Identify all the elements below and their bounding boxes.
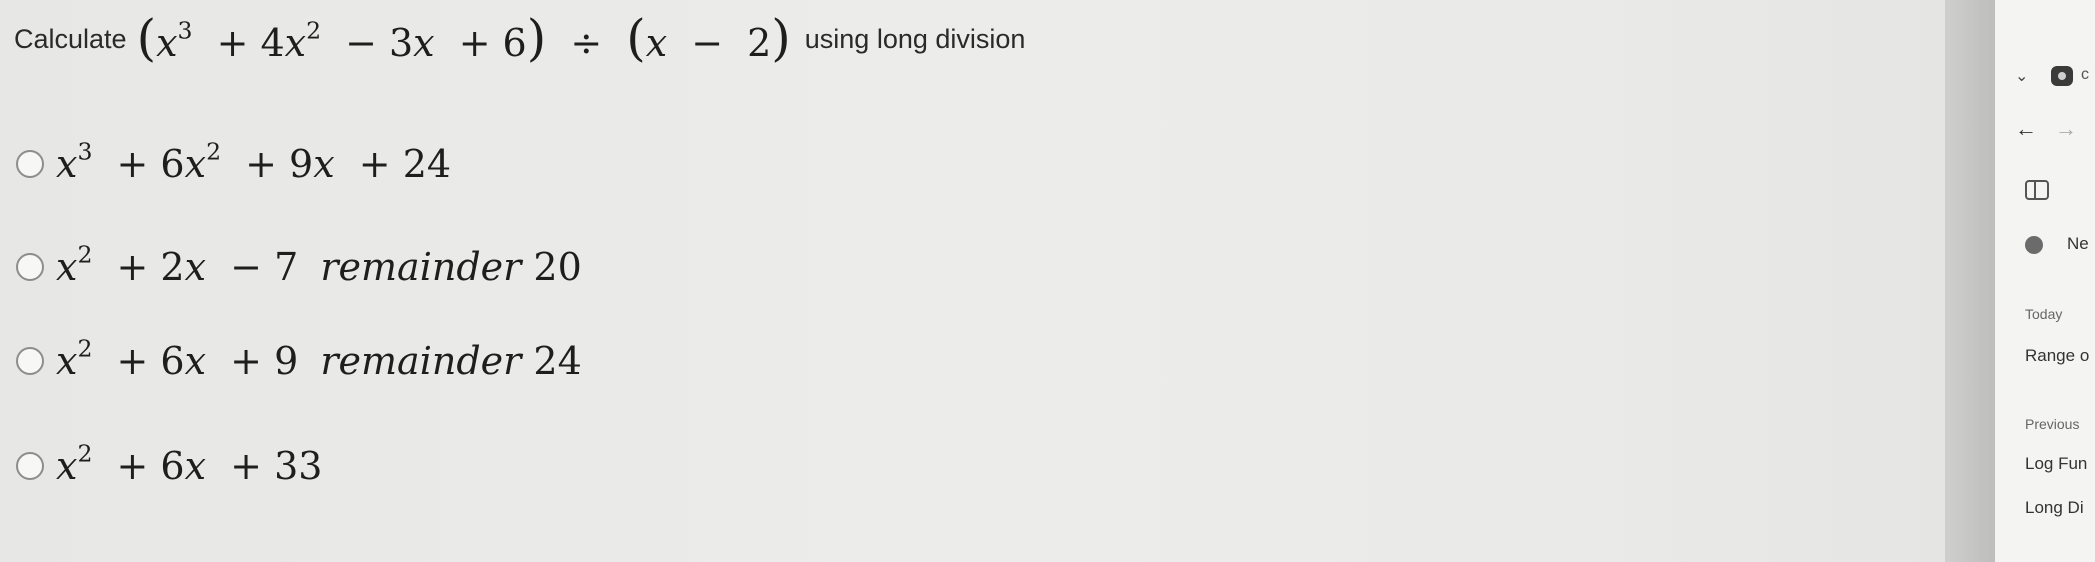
- side-panel: ⌄ c ← → Ne Today Range o Previous Log Fu…: [1995, 0, 2095, 562]
- sidebar-toggle-icon[interactable]: [2025, 180, 2049, 200]
- model-icon[interactable]: [2051, 66, 2073, 86]
- new-chat-icon[interactable]: [2025, 236, 2043, 254]
- chevron-down-icon[interactable]: ⌄: [2015, 66, 2028, 86]
- answer-option-text: x2 + 2x − 7 remainder 20: [56, 240, 582, 289]
- question-line: Calculate (x3 +4x2 −3x +6) ÷ (x −2) using…: [14, 9, 1026, 68]
- question-expression: (x3 +4x2 −3x +6) ÷ (x −2): [136, 9, 791, 67]
- new-chat-label[interactable]: Ne: [2067, 234, 2089, 254]
- answer-option-1[interactable]: x3 + 6x2 + 9x + 24: [16, 137, 452, 186]
- cut-off-label: c: [2081, 66, 2089, 83]
- radio-button[interactable]: [16, 150, 44, 178]
- question-prefix: Calculate: [14, 23, 127, 54]
- history-item[interactable]: Long Di: [2025, 498, 2084, 518]
- history-item[interactable]: Log Fun: [2025, 454, 2087, 474]
- question-suffix: using long division: [804, 23, 1026, 54]
- answer-option-text: x2 + 6x + 9 remainder 24: [56, 334, 582, 383]
- forward-arrow-icon[interactable]: →: [2055, 116, 2077, 142]
- answer-option-text: x2 + 6x + 33: [56, 439, 323, 488]
- answer-option-text: x3 + 6x2 + 9x + 24: [56, 137, 452, 186]
- section-today: Today: [2025, 306, 2063, 322]
- answer-option-4[interactable]: x2 + 6x + 33: [16, 439, 323, 488]
- radio-button[interactable]: [16, 347, 44, 375]
- answer-option-2[interactable]: x2 + 2x − 7 remainder 20: [16, 240, 582, 289]
- radio-button[interactable]: [16, 253, 44, 281]
- monitor-bezel: [1945, 0, 1995, 562]
- divide-symbol: ÷: [570, 21, 603, 65]
- back-arrow-icon[interactable]: ←: [2015, 116, 2037, 142]
- answer-option-3[interactable]: x2 + 6x + 9 remainder 24: [16, 334, 582, 383]
- radio-button[interactable]: [16, 452, 44, 480]
- history-item[interactable]: Range o: [2025, 346, 2089, 366]
- section-previous: Previous: [2025, 416, 2080, 432]
